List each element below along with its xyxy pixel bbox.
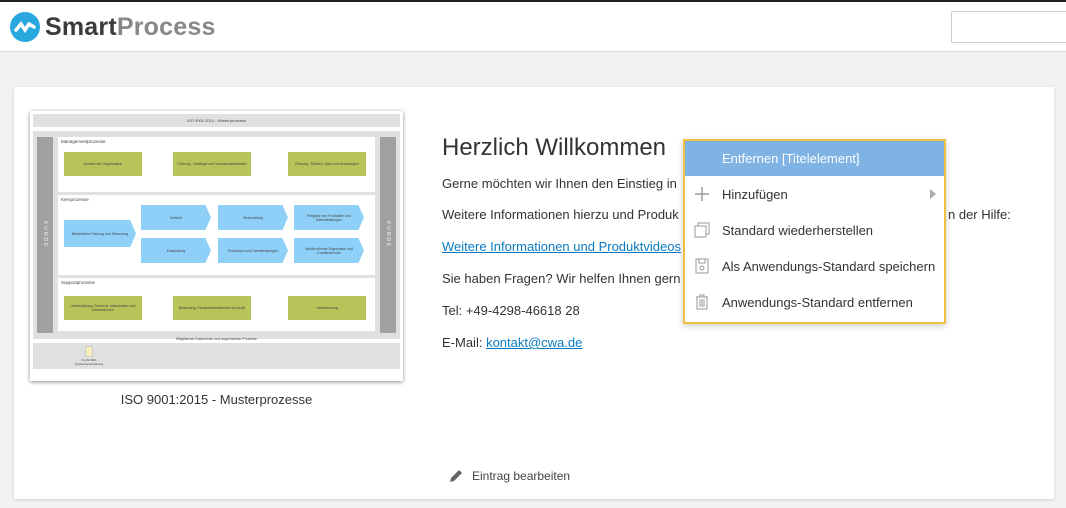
process-shape: Produktion und Dienstleistungen bbox=[218, 238, 288, 263]
lane-label: Supportprozesse bbox=[61, 280, 96, 285]
menu-item-add[interactable]: Hinzufügen bbox=[685, 176, 944, 212]
management-lane: Managementprozesse Kontext der Organisat… bbox=[58, 137, 375, 192]
diagram-footer-label: Mitgeltende Dokumente und angrenzende Pr… bbox=[176, 337, 257, 341]
side-label-right: KUNDE bbox=[385, 221, 391, 249]
context-menu: Entfernen [Titelelement] Hinzufügen Stan… bbox=[683, 139, 946, 324]
submenu-arrow-icon bbox=[930, 189, 936, 199]
brand-name-suffix: Process bbox=[116, 12, 216, 41]
side-label: KUNDE bbox=[42, 221, 48, 249]
core-lane: Kernprozesse Betriebliche Planung und St… bbox=[58, 195, 375, 275]
trash-icon bbox=[696, 294, 708, 310]
process-shape: Führung - Strategie und Verantwortlichke… bbox=[173, 152, 251, 176]
process-shape: Vertrieb bbox=[141, 205, 211, 230]
lane-label: Managementprozesse bbox=[61, 139, 106, 144]
menu-item-restore-default[interactable]: Standard wiederherstellen bbox=[685, 212, 944, 248]
menu-item-label: Standard wiederherstellen bbox=[722, 222, 874, 238]
diagram-frame: KUNDE KUNDE Managementprozesse Kontext d… bbox=[33, 131, 400, 339]
plus-icon bbox=[695, 187, 709, 201]
process-shape: Beschaffung bbox=[218, 205, 288, 230]
process-shape: Freigabe von Produkten und Dienstleistun… bbox=[294, 205, 364, 230]
product-info-link[interactable]: Weitere Informationen und Produktvideos bbox=[442, 239, 681, 254]
phone-text: Tel: +49-4298-46618 28 bbox=[442, 303, 580, 318]
save-icon bbox=[695, 258, 709, 274]
edit-entry-label: Eintrag bearbeiten bbox=[472, 469, 571, 483]
questions-text: Sie haben Fragen? Wir helfen Ihnen gern bbox=[442, 271, 681, 286]
info-text-end: n der Hilfe: bbox=[948, 207, 1011, 222]
lane-label: Kernprozesse bbox=[61, 197, 89, 202]
document-icon bbox=[85, 346, 93, 357]
menu-item-save-default[interactable]: Als Anwendungs-Standard speichern bbox=[685, 248, 944, 284]
support-lane: Supportprozesse Unterstützung, Personal,… bbox=[58, 278, 375, 331]
menu-item-label: Entfernen [Titelelement] bbox=[722, 151, 860, 166]
welcome-title: Herzlich Willkommen bbox=[442, 134, 667, 161]
process-shape: Entwicklung bbox=[141, 238, 211, 263]
process-shape: Verbesserung bbox=[288, 296, 366, 320]
info-text: Weitere Informationen hierzu und Produk bbox=[442, 207, 679, 222]
process-shape: Betriebliche Planung und Steuerung bbox=[64, 220, 136, 247]
windows-icon bbox=[694, 222, 710, 238]
customer-bar-left: KUNDE bbox=[37, 137, 53, 333]
logo[interactable]: Smart Process bbox=[10, 12, 216, 42]
menu-item-label: Als Anwendungs-Standard speichern bbox=[722, 258, 936, 274]
edit-entry-button[interactable]: Eintrag bearbeiten bbox=[448, 468, 570, 484]
process-shape: Bewertung, Kundenzufriedenheit und Audit bbox=[173, 296, 251, 320]
customer-bar-right: KUNDE bbox=[380, 137, 396, 333]
pencil-icon bbox=[450, 470, 462, 482]
process-map-thumbnail[interactable]: ISO 9001:2015 - Musterprozesse KUNDE KUN… bbox=[30, 111, 403, 381]
intro-text: Gerne möchten wir Ihnen den Einstieg in bbox=[442, 176, 677, 191]
menu-item-remove-default[interactable]: Anwendungs-Standard entfernen bbox=[685, 284, 944, 320]
diagram-title: ISO 9001:2015 - Musterprozesse bbox=[33, 114, 400, 127]
brand-name: Smart bbox=[45, 12, 117, 41]
top-bar: Smart Process bbox=[0, 0, 1066, 52]
menu-item-label: Anwendungs-Standard entfernen bbox=[722, 294, 913, 310]
doc-name: Systembeschreibung bbox=[74, 362, 103, 366]
process-shape: Kontext der Organisation bbox=[64, 152, 142, 176]
menu-item-remove-title[interactable]: Entfernen [Titelelement] bbox=[685, 141, 944, 176]
menu-item-label: Hinzufügen bbox=[722, 186, 788, 202]
process-shape: Unterstützung, Personal, Infrastruktur u… bbox=[64, 296, 142, 320]
email-label: E-Mail: bbox=[442, 335, 487, 350]
process-shape: Nichtkonforme Ergebnisse und Kundenservi… bbox=[294, 238, 364, 263]
logo-icon bbox=[10, 12, 40, 42]
process-shape: Planung - Risiken, Ziele und Änderungen bbox=[288, 152, 366, 176]
search-input[interactable] bbox=[951, 11, 1066, 43]
documents-area: 01-01-SBA Systembeschreibung bbox=[33, 343, 400, 369]
thumbnail-caption[interactable]: ISO 9001:2015 - Musterprozesse bbox=[30, 392, 403, 407]
email-link[interactable]: kontakt@cwa.de bbox=[486, 335, 582, 350]
